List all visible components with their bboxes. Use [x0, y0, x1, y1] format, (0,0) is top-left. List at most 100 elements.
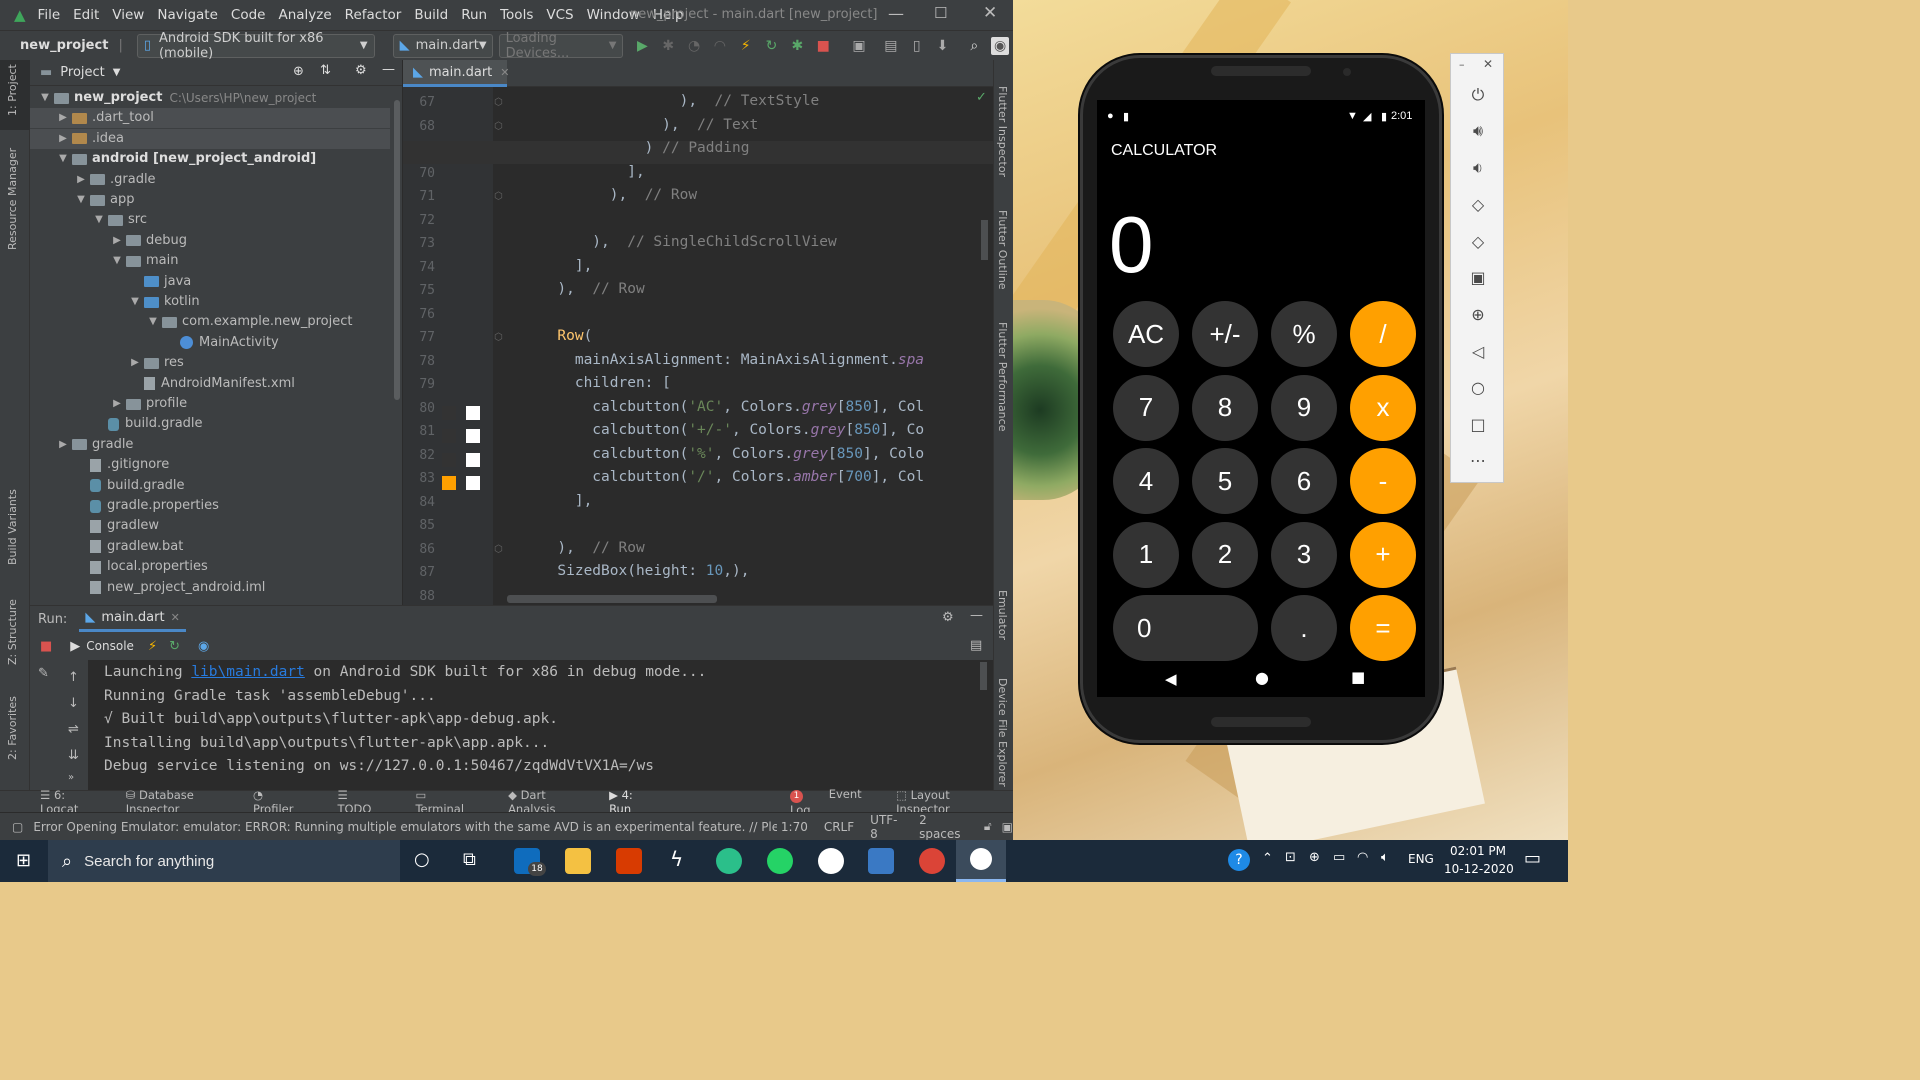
collapse-all-icon[interactable]: ⇅: [320, 63, 331, 78]
breadcrumb-project[interactable]: new_project: [20, 38, 108, 53]
taskbar-time[interactable]: 02:01 PM: [1450, 844, 1506, 858]
expanded-arrow-icon[interactable]: ▼: [74, 190, 88, 210]
calc-button[interactable]: x: [1350, 374, 1416, 441]
tool-tab-device-file-explorer[interactable]: Device File Explorer: [996, 678, 1009, 787]
menu-edit[interactable]: Edit: [73, 7, 99, 23]
emulator-close-button[interactable]: ✕: [1483, 57, 1493, 71]
tree-item[interactable]: ▶ .dart_tool: [30, 108, 390, 129]
calc-button[interactable]: 7: [1113, 374, 1179, 441]
expanded-arrow-icon[interactable]: ▼: [56, 149, 70, 169]
help-icon[interactable]: ?: [1228, 849, 1250, 871]
sdk-manager-icon[interactable]: ⬇: [934, 37, 952, 55]
tree-item[interactable]: new_project_android.iml: [30, 578, 390, 598]
calc-button[interactable]: 0: [1113, 595, 1258, 661]
search-icon[interactable]: ⌕: [965, 37, 983, 55]
calc-button[interactable]: 4: [1113, 448, 1179, 514]
collapsed-arrow-icon[interactable]: ▶: [56, 129, 70, 149]
tree-scrollbar[interactable]: [394, 100, 400, 400]
overview-icon[interactable]: □: [1467, 414, 1489, 436]
tree-item[interactable]: ▶ res: [30, 353, 390, 373]
more-icon[interactable]: ⋯: [1467, 450, 1489, 472]
calc-button[interactable]: 5: [1192, 448, 1258, 514]
indent-setting[interactable]: 2 spaces: [919, 813, 972, 841]
tree-item[interactable]: ▼ main: [30, 251, 390, 271]
globe-icon[interactable]: ⊕: [1309, 850, 1320, 865]
close-tab-icon[interactable]: ✕: [171, 611, 180, 624]
tool-tab-favorites[interactable]: 2: Favorites: [6, 696, 19, 760]
hot-restart-icon[interactable]: ↻: [169, 639, 180, 654]
account-icon[interactable]: ◉: [991, 36, 1010, 55]
collapsed-arrow-icon[interactable]: ▶: [128, 353, 142, 373]
tree-item[interactable]: .gitignore: [30, 455, 390, 475]
tool-tab-emulator[interactable]: Emulator: [996, 590, 1009, 640]
menu-view[interactable]: View: [112, 7, 144, 23]
tree-item[interactable]: ▼ com.example.new_project: [30, 312, 390, 332]
android-studio-taskbar-item[interactable]: [956, 840, 1006, 882]
calc-button[interactable]: %: [1271, 301, 1337, 367]
tree-item[interactable]: ▶ gradle: [30, 435, 390, 455]
calc-button[interactable]: 3: [1271, 521, 1337, 588]
taskbar-date[interactable]: 10-12-2020: [1444, 862, 1514, 876]
tree-item[interactable]: build.gradle: [30, 476, 390, 496]
file-encoding[interactable]: UTF-8: [870, 813, 905, 841]
code-area[interactable]: ), // TextStyle ), // Text ) // Padding …: [403, 87, 993, 605]
mail-app-icon[interactable]: 18: [514, 848, 546, 876]
status-message[interactable]: Error Opening Emulator: emulator: ERROR:…: [33, 820, 777, 834]
menu-run[interactable]: Run: [461, 7, 487, 23]
collapsed-arrow-icon[interactable]: ▶: [74, 170, 88, 190]
debug-icon[interactable]: ✱: [659, 37, 677, 55]
tree-item[interactable]: gradlew: [30, 516, 390, 536]
calc-button[interactable]: 8: [1192, 374, 1258, 441]
tool-tab-flutter-inspector[interactable]: Flutter Inspector: [996, 86, 1009, 177]
devtools-icon[interactable]: ◉: [198, 639, 209, 654]
console-tab[interactable]: Console: [86, 639, 134, 653]
hot-restart-icon[interactable]: ↻: [763, 37, 781, 55]
gear-icon[interactable]: ⚙: [942, 610, 954, 625]
hot-reload-icon[interactable]: ⚡: [737, 37, 755, 55]
expanded-arrow-icon[interactable]: ▼: [92, 210, 106, 230]
tree-item[interactable]: ▼ android [new_project_android]: [30, 149, 390, 169]
menu-file[interactable]: File: [38, 7, 61, 23]
tree-item[interactable]: ▼ app: [30, 190, 390, 210]
word-icon[interactable]: [818, 848, 844, 874]
terminal-app-icon[interactable]: ϟ: [670, 847, 683, 871]
editor-tab-main-dart[interactable]: ◣ main.dart ✕: [403, 60, 510, 87]
menu-navigate[interactable]: Navigate: [157, 7, 218, 23]
photos-icon[interactable]: [868, 848, 894, 874]
rotate-left-icon[interactable]: ◇: [1467, 194, 1489, 216]
console-file-link[interactable]: lib\main.dart: [191, 664, 305, 680]
calc-button[interactable]: -: [1350, 448, 1416, 514]
tool-tab-project[interactable]: 1: Project: [6, 64, 19, 116]
run-console-output[interactable]: Launching lib\main.dart on Android SDK b…: [30, 660, 980, 791]
tree-item[interactable]: MainActivity: [30, 333, 390, 353]
expanded-arrow-icon[interactable]: ▼: [38, 88, 52, 108]
office-icon[interactable]: [616, 848, 642, 874]
calc-button[interactable]: /: [1350, 301, 1416, 367]
hot-reload-icon[interactable]: ⚡: [148, 639, 157, 654]
calc-button[interactable]: +/-: [1192, 301, 1258, 367]
tree-item[interactable]: ▼ kotlin: [30, 292, 390, 312]
maximize-button[interactable]: ☐: [934, 4, 947, 22]
expanded-arrow-icon[interactable]: ▼: [146, 312, 160, 332]
cortana-icon[interactable]: ○: [414, 849, 430, 870]
menu-vcs[interactable]: VCS: [546, 7, 573, 23]
rotate-right-icon[interactable]: ◇: [1467, 231, 1489, 253]
emulator-screen[interactable]: ● ▮ ▼ ◢ ▮ 2:01 CALCULATOR 0 AC +/-%/7 8 9 x 4…: [1097, 100, 1425, 697]
calc-button[interactable]: 1: [1113, 521, 1179, 588]
tree-item[interactable]: java: [30, 272, 390, 292]
tree-item[interactable]: ▶ profile: [30, 394, 390, 414]
tree-item[interactable]: gradlew.bat: [30, 537, 390, 557]
devices-selector[interactable]: Loading Devices... ▼: [498, 31, 624, 61]
calc-button[interactable]: .: [1271, 595, 1337, 661]
taskbar-search[interactable]: ⌕ Search for anything: [48, 840, 400, 882]
tree-item[interactable]: ▼ new_project C:\Users\HP\new_project: [30, 88, 390, 108]
run-icon[interactable]: ▶: [633, 37, 651, 55]
tree-item[interactable]: local.properties: [30, 557, 390, 577]
expanded-arrow-icon[interactable]: ▼: [128, 292, 142, 312]
task-view-icon[interactable]: ⧉: [463, 849, 476, 870]
menu-refactor[interactable]: Refactor: [345, 7, 402, 23]
project-panel-title[interactable]: Project: [60, 65, 104, 80]
layout-icon[interactable]: ▤: [970, 638, 982, 653]
tree-item[interactable]: ▶ .idea: [30, 128, 390, 149]
minimize-button[interactable]: —: [888, 4, 904, 23]
